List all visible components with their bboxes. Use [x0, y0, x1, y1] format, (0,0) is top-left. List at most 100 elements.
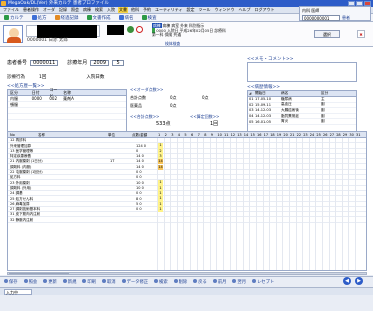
no-entry-icon [136, 26, 143, 33]
patient-code-field[interactable]: 0000000001 [302, 15, 340, 21]
toolbar-disease-button[interactable]: 病名 [118, 15, 134, 21]
menu-item[interactable]: ファイル [2, 7, 20, 13]
count-label: 1回 [39, 75, 47, 80]
action-button[interactable]: 翌月 [232, 279, 246, 285]
radio-icon [173, 279, 178, 283]
user-panel: 内科 医師 0000000001 患者 [299, 6, 371, 21]
toolbar-prescription-button[interactable]: 処方 [31, 15, 47, 21]
action-button[interactable]: 検索 [154, 279, 168, 285]
month-field[interactable]: 5 [112, 59, 125, 66]
day-column-header: 6 [191, 132, 194, 137]
day-column-line [269, 138, 271, 270]
menu-item[interactable]: 病棟 [82, 7, 92, 13]
row-points: 10 0 [136, 180, 144, 185]
menu-item[interactable]: 照会 [70, 7, 80, 13]
menu-item[interactable]: 他科 [130, 7, 140, 13]
menu-item[interactable]: 患者操作 [22, 7, 40, 13]
action-button[interactable]: 取消 [101, 279, 116, 285]
menu-item[interactable]: 検索 [94, 7, 104, 13]
action-button[interactable]: レセプト [252, 279, 274, 285]
row-unit: 1T [110, 159, 115, 164]
table-row[interactable]: 05 16.01.05 胃炎副 [248, 119, 356, 125]
sum-label: <<合計点数>> [130, 114, 160, 119]
day-column-header: 9 [210, 132, 214, 137]
row-points: 14 0 [136, 159, 144, 164]
action-button[interactable]: データ修正 [121, 279, 148, 285]
day-column-line [203, 138, 205, 270]
menu-item[interactable]: 設定 [186, 7, 196, 13]
row-points: 14 0 [136, 164, 144, 169]
prescription-icon [31, 15, 37, 20]
action-button[interactable]: 保存 [4, 279, 18, 285]
day-column-header: 5 [184, 132, 187, 137]
memo-field[interactable] [247, 62, 357, 82]
patient-avatar [3, 25, 23, 43]
menu-item[interactable]: ヘルプ [238, 7, 252, 13]
horizontal-scrollbar[interactable] [7, 272, 367, 275]
order-points-panel: <<オーダ点数>> 合計点数 0点 0点 医薬品 0点 <<合計点数>> <<算… [130, 87, 228, 135]
billing-grid: No 名称 単位 点数/金額 1 2 3 4 5 6 7 8 9 10 11 12 13 14 15 16 17… [7, 131, 367, 271]
menu-item[interactable]: 入院 [106, 7, 116, 13]
row-points: 0 0 [136, 170, 142, 175]
alert-icon[interactable]: ✖ [357, 30, 365, 38]
menu-item[interactable]: 予約 [142, 7, 152, 13]
menu-item[interactable]: ユーティリティ [154, 7, 184, 13]
menu-item-active[interactable]: 文書 [118, 7, 128, 13]
patient-no-label: 患者番号 [7, 60, 28, 66]
radio-icon [23, 279, 28, 283]
toolbar-document-button[interactable]: 文書作成 [86, 15, 111, 21]
menu-item[interactable]: ログアウト [254, 7, 276, 13]
action-button[interactable]: 新規 [62, 279, 76, 285]
menu-item[interactable]: ツール [198, 7, 212, 13]
day-column-line [170, 138, 172, 270]
next-icon[interactable]: ▶ [355, 277, 363, 285]
grid-row[interactable]: 32 静脈内注射 [8, 218, 366, 223]
day-column-line [355, 138, 356, 270]
total-value: 0点 [170, 95, 177, 100]
day-column-header: 22 [296, 132, 302, 137]
day-column-header: 13 [237, 132, 242, 137]
day-column-header: 21 [290, 132, 295, 137]
patient-button[interactable]: 患者 [342, 15, 350, 21]
action-button[interactable]: 印刷 [82, 279, 96, 285]
day-column-line [348, 138, 350, 270]
prescription-table: 区分 日付 コード 名称 内服 0000 002 薬剤A 頓服 [7, 87, 127, 134]
day-column-header: 19 [276, 132, 282, 137]
radio-icon [43, 279, 48, 283]
table-row[interactable] [8, 114, 126, 120]
day-column-header: 25 [316, 132, 321, 137]
select-button[interactable]: 選択 [314, 30, 340, 38]
day-column-header: 14 [243, 132, 249, 137]
action-button[interactable]: 前月 [212, 279, 226, 285]
toolbar-progress-button[interactable]: 経過記録 [54, 15, 79, 21]
action-button[interactable]: 削除 [173, 279, 187, 285]
day-column-line [223, 138, 224, 270]
exam-icon [141, 15, 147, 20]
toolbar-karte-button[interactable]: カルテ [4, 15, 24, 21]
disease-history-table: # 開始日 病名 区分 01 17.05.10 糖尿病主 02 15.09.11 高血圧… [247, 90, 357, 135]
radio-icon [4, 279, 8, 283]
action-button[interactable]: 照会 [23, 279, 37, 285]
action-button[interactable]: 戻る [193, 279, 207, 285]
day-column-line [315, 138, 317, 270]
patient-header: 0000001 日赤 太郎 病棟 病棟 病室 外来 科別指示 0000 入院日 平… [0, 22, 373, 47]
row-points: 0 0 [136, 207, 142, 212]
status-bar: 入力中 [0, 287, 373, 295]
med-value: 0点 [202, 95, 209, 100]
radio-icon [62, 279, 67, 283]
action-bar: 保存 照会 更新 新規 印刷 取消 データ修正 検索 削除 戻る 前月 翌月 レセプト [0, 276, 373, 286]
menu-item[interactable]: 記録 [58, 7, 68, 13]
row-points: 0 [136, 148, 139, 153]
year-field[interactable]: 2009 [90, 59, 110, 66]
menu-item[interactable]: ウィンドウ [214, 7, 236, 13]
day-column-header: 20 [283, 132, 288, 137]
day-column-header: 8 [204, 132, 207, 137]
menu-item[interactable]: オーダ [42, 7, 56, 13]
prev-icon[interactable]: ◀ [343, 277, 351, 285]
scroll-thumb[interactable] [9, 273, 69, 274]
radio-icon [101, 279, 106, 283]
toolbar-exam-button[interactable]: 検査 [141, 15, 157, 21]
action-button[interactable]: 更新 [43, 279, 57, 285]
period-label: 診療年月 [67, 60, 88, 66]
patient-no-field[interactable]: 0000011 [30, 59, 59, 66]
